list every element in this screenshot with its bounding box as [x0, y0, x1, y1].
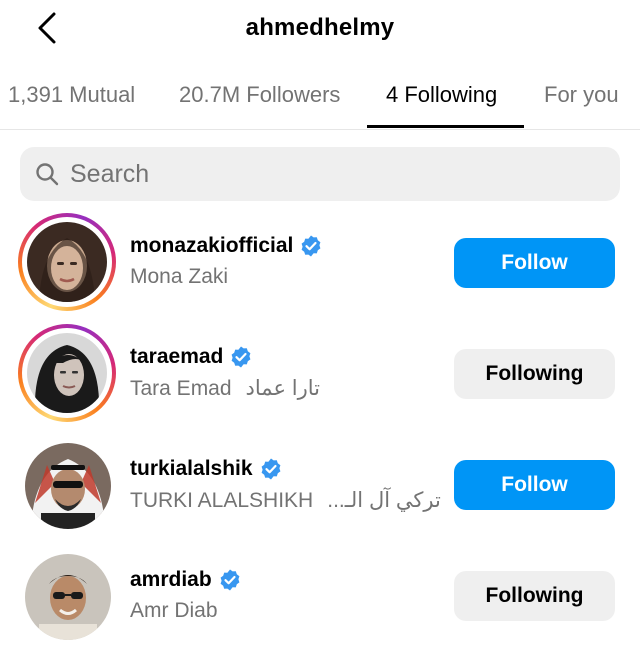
- username[interactable]: turkialalshik: [130, 457, 253, 481]
- active-tab-indicator: [367, 125, 524, 128]
- avatar-wrapper[interactable]: [18, 436, 116, 534]
- avatar-story-ring[interactable]: [18, 324, 116, 422]
- avatar: [27, 222, 107, 302]
- tab-bar: 1,391 Mutual 20.7M Followers 4 Following…: [0, 72, 640, 130]
- full-name-arabic: تارا عماد: [245, 377, 321, 400]
- follow-button[interactable]: Follow: [454, 238, 615, 288]
- search-icon: [36, 163, 59, 186]
- full-name: Tara Emad تارا عماد: [130, 377, 321, 400]
- verified-badge-icon: [231, 346, 251, 368]
- page-title: ahmedhelmy: [245, 14, 395, 41]
- list-item[interactable]: amrdiab Amr Diab Following: [0, 547, 640, 647]
- verified-badge-icon: [220, 569, 240, 591]
- avatar-wrapper[interactable]: [18, 547, 116, 645]
- username[interactable]: taraemad: [130, 345, 223, 369]
- full-name: Amr Diab: [130, 599, 218, 622]
- search-bar[interactable]: [20, 147, 620, 201]
- following-button[interactable]: Following: [454, 349, 615, 399]
- following-button[interactable]: Following: [454, 571, 615, 621]
- full-name-arabic: تركي آل الـ...: [327, 489, 441, 512]
- tab-for-you[interactable]: For you: [544, 82, 619, 108]
- username[interactable]: monazakiofficial: [130, 234, 293, 258]
- follow-button[interactable]: Follow: [454, 460, 615, 510]
- tab-following[interactable]: 4 Following: [386, 82, 497, 108]
- avatar: [27, 333, 107, 413]
- avatar: [25, 443, 111, 529]
- full-name: Mona Zaki: [130, 265, 229, 288]
- list-item[interactable]: turkialalshik TURKI ALALSHIKH تركي آل الـ…: [0, 436, 640, 536]
- verified-badge-icon: [261, 458, 280, 480]
- username[interactable]: amrdiab: [130, 568, 212, 592]
- verified-badge-icon: [301, 235, 321, 257]
- list-item[interactable]: taraemad Tara Emad تارا عماد Following: [0, 324, 640, 424]
- search-input[interactable]: [70, 147, 600, 201]
- tab-mutual[interactable]: 1,391 Mutual: [8, 82, 135, 108]
- list-item[interactable]: monazakiofficial Mona Zaki Follow: [0, 213, 640, 313]
- full-name: TURKI ALALSHIKH تركي آل الـ...: [130, 489, 441, 512]
- tab-followers[interactable]: 20.7M Followers: [179, 82, 340, 108]
- top-bar: ahmedhelmy: [0, 0, 640, 56]
- avatar: [25, 554, 111, 640]
- avatar-story-ring[interactable]: [18, 213, 116, 311]
